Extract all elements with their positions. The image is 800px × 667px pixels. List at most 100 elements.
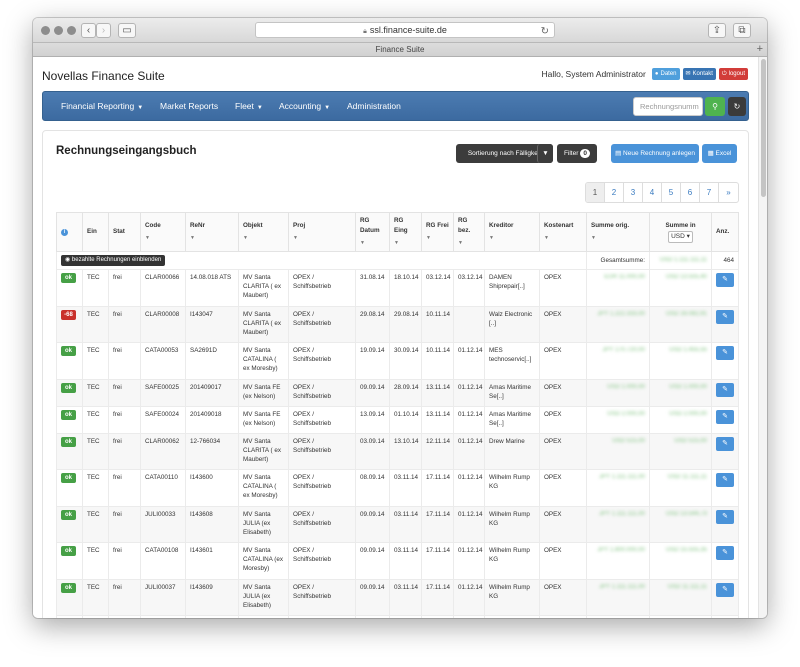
- new-tab-icon[interactable]: +: [757, 43, 763, 56]
- share-icon[interactable]: ⇪: [708, 23, 726, 38]
- excel-label: Excel: [715, 150, 732, 157]
- column-header[interactable]: Code ▼: [140, 212, 186, 252]
- page-button[interactable]: 1: [586, 183, 605, 202]
- sort-caret-icon[interactable]: ▼: [458, 238, 480, 248]
- page-button[interactable]: 6: [681, 183, 700, 202]
- table-row[interactable]: ok TEC frei JULI00037 I143609 MV Santa JULIA …: [56, 578, 739, 616]
- table-row[interactable]: ok TEC frei CATA00053 SA2691D MV Santa CATALI…: [56, 342, 739, 380]
- column-header[interactable]: Stat: [108, 212, 141, 252]
- column-header[interactable]: Proj ▼: [288, 212, 356, 252]
- nav-market-reports[interactable]: Market Reports: [160, 92, 218, 120]
- cell-kreditor: MES technoservic[..]: [484, 342, 540, 380]
- next-page-button[interactable]: »: [719, 183, 738, 202]
- edit-button[interactable]: ✎: [716, 273, 734, 287]
- nav-accounting[interactable]: Accounting ▼: [279, 92, 330, 120]
- tab-finance-suite[interactable]: Finance Suite: [376, 45, 425, 54]
- sort-caret-icon[interactable]: ▼: [544, 233, 582, 243]
- total-label: Gesamtsumme:: [586, 251, 650, 270]
- edit-button[interactable]: ✎: [716, 546, 734, 560]
- table-row[interactable]: ok TEC frei JULI00033 I143608 MV Santa JULIA …: [56, 505, 739, 543]
- cell-ein: TEC: [82, 378, 109, 407]
- sort-caret-icon[interactable]: ▼: [489, 233, 535, 243]
- cell-orig-cell: JPY 1.111.111,00: [586, 505, 650, 543]
- new-invoice-button[interactable]: ▤ Neue Rechnung anlegen: [611, 144, 699, 163]
- table-row[interactable]: -68 TEC frei CLAR00008 I143047 MV Santa CLARI…: [56, 305, 739, 343]
- scrollbar-thumb[interactable]: [761, 59, 766, 197]
- edit-button[interactable]: ✎: [716, 473, 734, 487]
- sort-caret-icon[interactable]: ▼: [360, 238, 385, 248]
- reset-button[interactable]: ↻: [728, 97, 746, 116]
- column-header[interactable]: Kostenart ▼: [539, 212, 587, 252]
- page-title: Rechnungseingangsbuch: [56, 145, 197, 157]
- currency-select[interactable]: USD ▾: [668, 231, 693, 243]
- edit-button[interactable]: ✎: [716, 509, 734, 524]
- page-button[interactable]: 3: [624, 183, 643, 202]
- cell-renr: 201409017: [185, 378, 239, 407]
- forward-icon[interactable]: ›: [96, 23, 111, 38]
- cell-ein: TEC: [82, 615, 109, 618]
- column-header[interactable]: Summe orig. ▼: [586, 212, 650, 252]
- logout-button[interactable]: ⏻ logout: [718, 68, 748, 80]
- excel-button[interactable]: ▦ Excel: [702, 144, 737, 163]
- table-row[interactable]: ok TEC frei CATA00110 I143600 MV Santa CATALI…: [56, 469, 739, 507]
- table-header-row: i Ein Stat Code ▼ ReNr ▼ Objekt ▼ Proj ▼ RG Datum ▼…: [56, 212, 739, 252]
- minimize-window-icon[interactable]: [54, 26, 63, 35]
- table-row[interactable]: okTECfreiJULI00036I143610MV SantaOPEX / ✎: [56, 615, 739, 618]
- table-row[interactable]: ok TEC frei CATA00108 I143601 MV Santa CATALI…: [56, 542, 739, 580]
- column-header[interactable]: Anz.: [711, 212, 739, 252]
- sort-caret-icon[interactable]: ▼: [190, 233, 234, 243]
- column-header[interactable]: Ein: [82, 212, 109, 252]
- reload-icon[interactable]: ↻: [541, 24, 549, 39]
- kontakt-button[interactable]: ✉ Kontakt: [682, 68, 716, 80]
- column-header[interactable]: ReNr ▼: [185, 212, 239, 252]
- sort-caret-icon[interactable]: ▼: [145, 233, 181, 243]
- cell-code: CATA00110: [140, 469, 186, 507]
- edit-button[interactable]: ✎: [716, 436, 734, 451]
- search-button[interactable]: ⚲: [705, 97, 725, 116]
- edit-button[interactable]: ✎: [716, 409, 734, 424]
- cell-stat: frei: [108, 378, 141, 407]
- close-window-icon[interactable]: [41, 26, 50, 35]
- nav-administration[interactable]: Administration: [347, 92, 401, 120]
- column-header[interactable]: Summe in USD ▾: [649, 212, 712, 252]
- zoom-window-icon[interactable]: [67, 26, 76, 35]
- app-title: Novellas Finance Suite: [42, 69, 165, 83]
- table-row[interactable]: ok TEC frei CLAR00062 12-766034 MV Santa CLAR…: [56, 432, 739, 470]
- sort-caret-icon[interactable]: ▼: [293, 233, 351, 243]
- daten-button[interactable]: ● Daten: [651, 68, 680, 80]
- page-button[interactable]: 2: [605, 183, 624, 202]
- column-header[interactable]: Kreditor ▼: [484, 212, 540, 252]
- column-header[interactable]: RG Datum ▼: [355, 212, 390, 252]
- address-bar[interactable]: 🔒︎ ssl.finance-suite.de ↻: [255, 22, 555, 38]
- column-header[interactable]: RG bez. ▼: [453, 212, 485, 252]
- invoice-search-input[interactable]: Rechnungsnumm: [633, 97, 703, 116]
- table-row[interactable]: ok TEC frei SAFE00024 201409018 MV Santa FE (…: [56, 405, 739, 434]
- column-header[interactable]: Objekt ▼: [238, 212, 289, 252]
- back-icon[interactable]: ‹: [81, 23, 96, 38]
- table-row[interactable]: ok TEC frei SAFE00025 201409017 MV Santa FE (…: [56, 378, 739, 407]
- column-header[interactable]: RG Frei ▼: [421, 212, 454, 252]
- sort-caret-icon[interactable]: ▼: [243, 233, 284, 243]
- page-button[interactable]: 5: [662, 183, 681, 202]
- edit-button[interactable]: ✎: [716, 309, 734, 324]
- tabs-icon[interactable]: ⧉: [733, 23, 751, 38]
- page-button[interactable]: 4: [643, 183, 662, 202]
- sort-caret-icon[interactable]: ▼: [591, 233, 645, 243]
- edit-button[interactable]: ✎: [716, 582, 734, 597]
- sort-caret-icon[interactable]: ▼: [394, 238, 417, 248]
- cell-kreditor: Amas Maritime Se[..]: [484, 378, 540, 407]
- edit-button[interactable]: ✎: [716, 382, 734, 397]
- sidebar-icon[interactable]: ▭: [118, 23, 136, 38]
- column-header[interactable]: RG Eing ▼: [389, 212, 422, 252]
- sort-caret-icon[interactable]: ▼: [426, 233, 449, 243]
- page-scrollbar[interactable]: [758, 57, 767, 618]
- sort-dropdown-toggle[interactable]: ▼: [537, 144, 553, 163]
- status-badge: ok: [61, 273, 76, 283]
- nav-fleet[interactable]: Fleet ▼: [235, 92, 263, 120]
- edit-button[interactable]: ✎: [716, 346, 734, 360]
- page-button[interactable]: 7: [700, 183, 719, 202]
- show-paid-button[interactable]: ◉ bezahlte Rechnungen einblenden: [61, 255, 166, 266]
- filter-button[interactable]: Filter 0: [557, 144, 597, 163]
- table-row[interactable]: ok TEC frei CLAR00066 14.08.018 ATS MV Santa …: [56, 269, 739, 307]
- nav-financial-reporting[interactable]: Financial Reporting ▼: [61, 92, 143, 120]
